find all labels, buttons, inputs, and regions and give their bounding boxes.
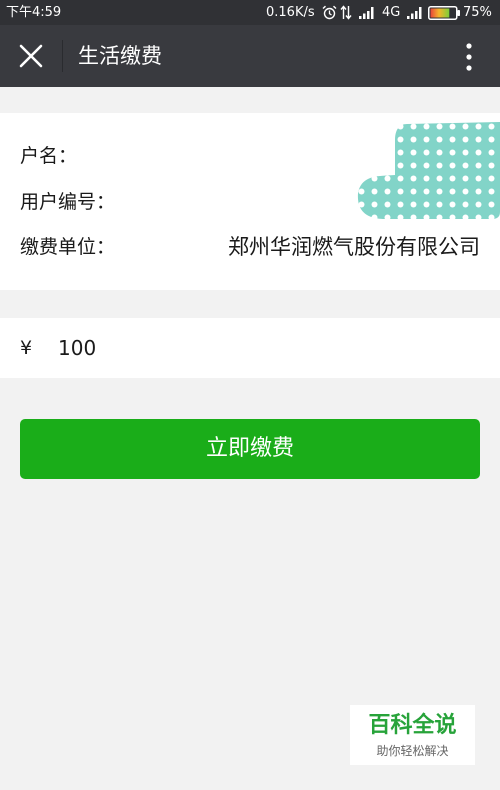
pay-now-button[interactable]: 立即缴费 (20, 419, 480, 479)
billing-company-row: 缴费单位： 郑州华润燃气股份有限公司 (0, 234, 500, 260)
status-bar: 下午4:59 0.16K/s 4G 75% (0, 0, 500, 25)
watermark-brand: 百科全说 (368, 713, 457, 738)
status-time: 下午4:59 (6, 5, 62, 20)
amount-input[interactable] (58, 332, 458, 364)
bill-info-card: 户名： 用户编号： 缴费单位： 郑州华润燃气股份有限公司 (0, 113, 500, 290)
billing-company-value: 郑州华润燃气股份有限公司 (228, 235, 480, 259)
signal-icon (359, 7, 374, 19)
page-title: 生活缴费 (78, 44, 162, 68)
header-divider (62, 40, 63, 72)
close-icon[interactable] (18, 43, 44, 69)
account-name-label: 户名： (20, 145, 78, 167)
watermark-slogan: 助你轻松解决 (376, 744, 449, 758)
battery-icon (428, 6, 460, 20)
redaction-mask (357, 122, 500, 219)
signal-icon (407, 7, 422, 19)
data-activity-icon (340, 5, 352, 20)
status-network-type: 4G (382, 5, 401, 20)
amount-field-row[interactable]: ¥ (0, 318, 500, 378)
currency-symbol: ¥ (20, 337, 33, 359)
more-vertical-icon[interactable] (462, 42, 476, 72)
status-battery-percent: 75% (463, 5, 492, 20)
account-number-label: 用户编号： (20, 191, 116, 213)
title-bar: 生活缴费 (0, 25, 500, 87)
watermark-logo: 百科全说 助你轻松解决 (350, 705, 475, 765)
billing-company-label: 缴费单位： (20, 236, 116, 258)
status-net-speed: 0.16K/s (266, 5, 315, 20)
alarm-icon (322, 5, 337, 20)
